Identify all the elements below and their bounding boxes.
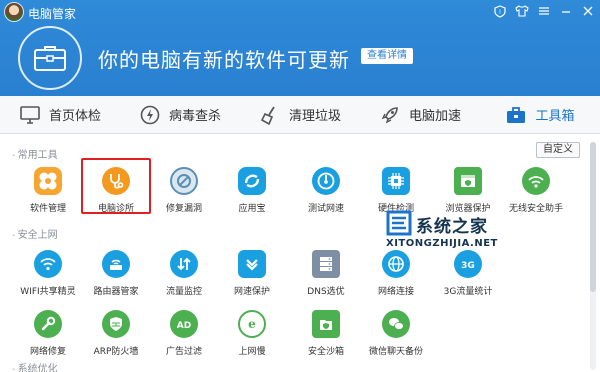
main-tabs: 首页体检 病毒查杀 清理垃圾 电脑加速 工具箱 bbox=[0, 96, 600, 134]
toolbox-panel: 常用工具 自定义 软件管理 电脑诊所 修复漏洞 应用宝 测试网速 bbox=[0, 134, 600, 372]
tool-dns-optimize[interactable]: DNS选优 bbox=[292, 250, 360, 297]
dns-icon bbox=[312, 250, 340, 278]
tool-router-manager[interactable]: 路由器管家 bbox=[82, 250, 150, 297]
watermark-title: 系统之家 bbox=[416, 217, 488, 237]
broom-icon bbox=[259, 104, 281, 126]
tab-label: 清理垃圾 bbox=[288, 109, 341, 124]
selection-highlight bbox=[81, 158, 151, 214]
speedometer-icon bbox=[312, 167, 340, 195]
menu-icon[interactable] bbox=[536, 3, 552, 19]
section-safe-browsing: 安全上网 bbox=[12, 226, 58, 241]
update-message: 你的电脑有新的软件可更新 bbox=[98, 48, 350, 72]
wifi-icon bbox=[34, 250, 62, 278]
rocket-icon bbox=[379, 104, 401, 126]
section-common-tools: 常用工具 bbox=[12, 146, 58, 161]
tab-label: 首页体检 bbox=[48, 109, 101, 124]
watermark-subtitle: XITONGZHIJIA.NET bbox=[386, 238, 498, 249]
section-system-optimize: 系统优化 bbox=[12, 360, 58, 372]
speed-protect-icon bbox=[238, 250, 266, 278]
tab-toolbox[interactable]: 工具箱 bbox=[480, 96, 600, 133]
lightning-icon bbox=[139, 104, 161, 126]
tool-wifi-share[interactable]: WIFI共享精灵 bbox=[14, 250, 82, 297]
close-icon[interactable] bbox=[580, 3, 596, 19]
tool-app-store[interactable]: 应用宝 bbox=[218, 167, 286, 214]
shirt-skin-icon[interactable] bbox=[514, 3, 530, 19]
tool-network-repair[interactable]: 网络修复 bbox=[14, 310, 82, 357]
tool-wechat-backup[interactable]: 微信聊天备份 bbox=[362, 310, 430, 357]
monitor-icon bbox=[19, 104, 41, 126]
wechat-icon bbox=[382, 310, 410, 338]
app-title: 电脑管家 bbox=[28, 7, 77, 21]
tool-software-manager[interactable]: 软件管理 bbox=[14, 167, 82, 214]
patch-icon bbox=[170, 167, 198, 195]
router-icon bbox=[102, 250, 130, 278]
firewall-icon bbox=[102, 310, 130, 338]
chip-icon bbox=[382, 167, 410, 195]
svg-text:e: e bbox=[248, 317, 256, 331]
tool-arp-firewall[interactable]: ARP防火墙 bbox=[82, 310, 150, 357]
tool-ad-filter[interactable]: AD 广告过滤 bbox=[150, 310, 218, 357]
user-avatar[interactable] bbox=[4, 2, 24, 22]
tab-home-checkup[interactable]: 首页体检 bbox=[0, 96, 120, 133]
tab-virus-scan[interactable]: 病毒查杀 bbox=[120, 96, 240, 133]
view-details-button[interactable]: 查看详情 bbox=[361, 48, 413, 64]
header-banner: 电脑管家 ! 你的电脑有新的软件可更新 查看详情 bbox=[0, 0, 600, 96]
tab-label: 电脑加速 bbox=[408, 109, 461, 124]
tab-label: 工具箱 bbox=[535, 109, 575, 124]
sandbox-icon bbox=[312, 310, 340, 338]
scroll-thumb[interactable] bbox=[590, 142, 596, 292]
window-controls: ! bbox=[492, 3, 596, 19]
title-bar: 电脑管家 ! bbox=[0, 0, 600, 24]
shield-badge-icon[interactable]: ! bbox=[492, 3, 508, 19]
tool-traffic-monitor[interactable]: 流量监控 bbox=[150, 250, 218, 297]
tab-clean-junk[interactable]: 清理垃圾 bbox=[240, 96, 360, 133]
briefcase-icon bbox=[18, 26, 82, 90]
svg-text:AD: AD bbox=[177, 321, 191, 331]
traffic-icon bbox=[170, 250, 198, 278]
tool-fix-vulnerabilities[interactable]: 修复漏洞 bbox=[150, 167, 218, 214]
ad-filter-icon: AD bbox=[170, 310, 198, 338]
toolbox-icon bbox=[505, 104, 527, 126]
minimize-icon[interactable] bbox=[558, 3, 574, 19]
customize-button[interactable]: 自定义 bbox=[536, 142, 580, 158]
app-store-icon bbox=[238, 167, 266, 195]
watermark-logo-icon bbox=[386, 210, 412, 236]
scrollbar[interactable] bbox=[590, 142, 596, 370]
wrench-icon bbox=[34, 310, 62, 338]
tab-speed-up[interactable]: 电脑加速 bbox=[360, 96, 480, 133]
ie-slow-icon: e bbox=[238, 310, 266, 338]
clover-icon bbox=[34, 167, 62, 195]
wifi-shield-icon bbox=[522, 167, 550, 195]
watermark: 系统之家 XITONGZHIJIA.NET bbox=[386, 206, 586, 266]
tool-security-sandbox[interactable]: 安全沙箱 bbox=[292, 310, 360, 357]
tool-slow-internet[interactable]: e 上网慢 bbox=[218, 310, 286, 357]
svg-text:!: ! bbox=[499, 9, 501, 16]
tab-label: 病毒查杀 bbox=[168, 109, 221, 124]
tool-speed-test[interactable]: 测试网速 bbox=[292, 167, 360, 214]
browser-shield-icon bbox=[454, 167, 482, 195]
tool-speed-protect[interactable]: 网速保护 bbox=[218, 250, 286, 297]
